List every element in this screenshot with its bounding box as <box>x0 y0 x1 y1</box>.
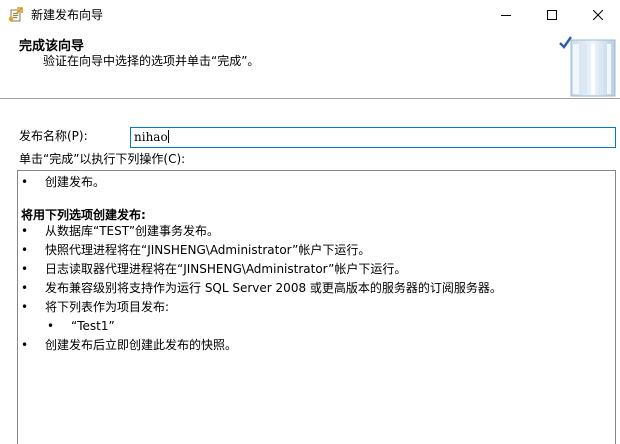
summary-line: 从数据库“TEST”创建事务发布。 <box>45 224 220 238</box>
publication-wizard-icon <box>8 7 24 23</box>
summary-line: 发布兼容级别将支持作为运行 SQL Server 2008 或更高版本的服务器的… <box>45 281 502 295</box>
bullet-icon: • <box>21 224 29 238</box>
page-subtitle: 验证在向导中选择的选项并单击“完成”。 <box>43 54 260 68</box>
maximize-icon <box>547 10 557 20</box>
bullet-icon: • <box>21 175 29 189</box>
bullet-icon: • <box>47 319 55 333</box>
bullet-icon: • <box>21 300 29 314</box>
summary-textbox[interactable]: • 创建发布。 将用下列选项创建发布: • 从数据库“TEST”创建事务发布。 … <box>17 170 616 444</box>
close-button[interactable] <box>575 0 620 30</box>
summary-section-heading: 将用下列选项创建发布: <box>21 208 146 222</box>
maximize-button[interactable] <box>529 0 575 30</box>
summary-sub-line: “Test1” <box>71 319 115 333</box>
summary-line: 创建发布。 <box>45 175 106 189</box>
title-bar[interactable]: 新建发布向导 <box>0 0 620 30</box>
wizard-complete-graphic <box>559 34 617 98</box>
text-caret <box>167 130 169 143</box>
bullet-icon: • <box>21 281 29 295</box>
bullet-icon: • <box>21 243 29 257</box>
summary-line: 快照代理进程将在“JINSHENG\Administrator”帐户下运行。 <box>45 243 371 257</box>
minimize-button[interactable] <box>483 0 529 30</box>
publication-name-label: 发布名称(P): <box>19 129 88 143</box>
bullet-icon: • <box>21 262 29 276</box>
wizard-window: 新建发布向导 完成该向导 验证在向导中选择的选项并单击“完成”。 发布名称(P)… <box>0 0 620 444</box>
window-title: 新建发布向导 <box>31 8 104 22</box>
bullet-icon: • <box>21 338 29 352</box>
wizard-header: 完成该向导 验证在向导中选择的选项并单击“完成”。 <box>0 30 620 98</box>
publication-name-input[interactable]: nihao <box>130 127 616 148</box>
minimize-icon <box>501 15 511 16</box>
actions-label: 单击“完成”以执行下列操作(C): <box>19 152 186 166</box>
summary-line: 日志读取器代理进程将在“JINSHENG\Administrator”帐户下运行… <box>45 262 407 276</box>
summary-line: 创建发布后立即创建此发布的快照。 <box>45 338 238 352</box>
close-icon <box>593 10 603 20</box>
summary-line: 将下列表作为项目发布: <box>45 300 170 314</box>
publication-name-value: nihao <box>134 130 168 144</box>
